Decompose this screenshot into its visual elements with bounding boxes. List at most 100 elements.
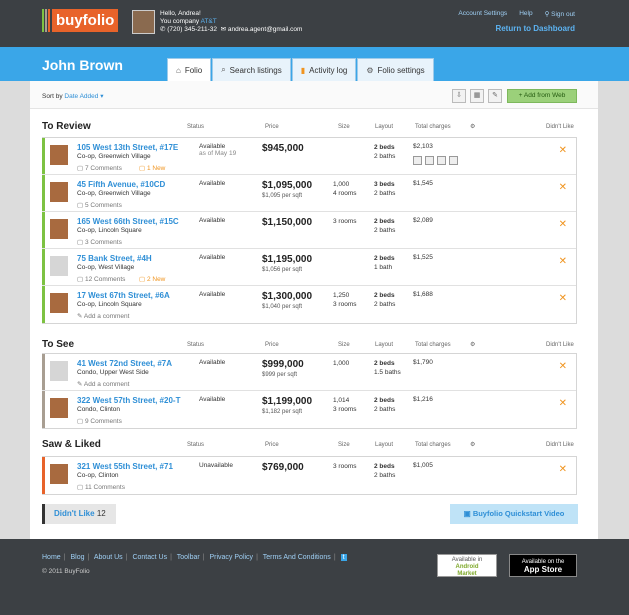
app-store-badge[interactable]: Available on the App Store — [509, 554, 577, 577]
listing-thumbnail[interactable] — [50, 145, 68, 165]
listing-layout: 2 beds 2 baths — [374, 218, 396, 234]
add-from-web-button[interactable]: + Add from Web — [507, 89, 577, 103]
status-bar — [42, 138, 45, 174]
quickstart-video-button[interactable]: ▣ Buyfolio Quickstart Video — [450, 504, 578, 524]
table-row[interactable]: 321 West 55th Street, #71 Co-op, Clinton ▢… — [42, 457, 576, 494]
didnt-like-x-button[interactable]: ✕ — [559, 256, 567, 267]
comments-link[interactable]: ▢ 11 Comments — [77, 483, 125, 491]
listing-layout: 2 beds 2 baths — [374, 144, 396, 160]
tab-search-listings[interactable]: ⌕ Search listings — [212, 58, 291, 81]
listing-address-link[interactable]: 321 West 55th Street, #71 — [77, 462, 173, 471]
footer-link-toolbar[interactable]: Toolbar — [177, 554, 200, 561]
export-button[interactable]: ⇩ — [452, 89, 466, 103]
footer-link-home[interactable]: Home — [42, 554, 61, 561]
column-header-charges: Total charges — [415, 342, 451, 348]
comments-link[interactable]: ▢ 12 Comments — [77, 275, 125, 283]
calendar-button[interactable]: ▦ — [470, 89, 484, 103]
buyfolio-logo[interactable]: buyfolio — [42, 9, 119, 32]
comments-link[interactable]: ✎ Add a comment — [77, 312, 129, 320]
pencil-icon: ✎ — [492, 92, 498, 99]
table-row[interactable]: 75 Bank Street, #4H Co-op, West Village ▢ … — [42, 249, 576, 286]
comments-link[interactable]: ▢ 3 Comments — [77, 238, 122, 246]
listing-charges: $1,216 — [413, 396, 433, 403]
gear-icon[interactable]: ⚙ — [470, 441, 475, 448]
listing-address-link[interactable]: 75 Bank Street, #4H — [77, 254, 152, 263]
listing-neighborhood: Co-op, Greenwich Village — [77, 190, 151, 197]
listing-address-link[interactable]: 165 West 66th Street, #15C — [77, 217, 179, 226]
table-row[interactable]: 105 West 13th Street, #17E Co-op, Greenwi… — [42, 138, 576, 175]
floorplan-icon[interactable] — [413, 156, 422, 165]
tab-folio[interactable]: ⌂ Folio — [167, 58, 212, 81]
listing-charges: $2,103 — [413, 143, 433, 150]
listing-thumbnail[interactable] — [50, 182, 68, 202]
listing-address-link[interactable]: 105 West 13th Street, #17E — [77, 143, 178, 152]
listing-thumbnail[interactable] — [50, 293, 68, 313]
listing-neighborhood: Co-op, Lincoln Square — [77, 301, 142, 308]
didnt-like-x-button[interactable]: ✕ — [559, 361, 567, 372]
company-line: You company AT&T — [160, 18, 217, 25]
table-row[interactable]: 322 West 57th Street, #20-T Condo, Clinto… — [42, 391, 576, 428]
sort-bar: Sort by Date Added ▾ ⇩ ▦ ✎ + Add from We… — [30, 81, 598, 109]
company-link[interactable]: AT&T — [201, 18, 217, 25]
folio-panel: Sort by Date Added ▾ ⇩ ▦ ✎ + Add from We… — [30, 81, 598, 539]
listing-thumbnail[interactable] — [50, 464, 68, 484]
price-per-sqft: $1,040 per sqft — [262, 304, 303, 310]
camera-icon[interactable] — [437, 156, 446, 165]
return-to-dashboard-link[interactable]: Return to Dashboard — [495, 24, 575, 33]
listing-thumbnail[interactable] — [50, 398, 68, 418]
didnt-like-x-button[interactable]: ✕ — [559, 293, 567, 304]
close-icon: ✕ — [558, 361, 567, 372]
listing-price: $1,300,000 — [262, 291, 313, 302]
table-row[interactable]: 165 West 66th Street, #15C Co-op, Lincoln… — [42, 212, 576, 249]
section-title: To See — [42, 339, 75, 350]
didnt-like-x-button[interactable]: ✕ — [559, 145, 567, 156]
new-comments-badge[interactable]: ▢ 2 New — [139, 275, 165, 283]
table-row[interactable]: 45 Fifth Avenue, #10CD Co-op, Greenwich V… — [42, 175, 576, 212]
listing-thumbnail[interactable] — [50, 361, 68, 381]
comments-link[interactable]: ▢ 7 Comments — [77, 164, 122, 172]
comments-link[interactable]: ▢ 5 Comments — [77, 201, 122, 209]
didnt-like-x-button[interactable]: ✕ — [559, 464, 567, 475]
listing-address-link[interactable]: 17 West 67th Street, #6A — [77, 291, 170, 300]
twitter-icon[interactable]: t — [340, 554, 347, 561]
edit-button[interactable]: ✎ — [488, 89, 502, 103]
listing-address-link[interactable]: 45 Fifth Avenue, #10CD — [77, 180, 165, 189]
account-settings-link[interactable]: Account Settings — [458, 10, 507, 18]
sort-dropdown[interactable]: Date Added — [64, 93, 98, 100]
avatar — [132, 10, 155, 34]
footer-link-about[interactable]: About Us — [94, 554, 123, 561]
listing-thumbnail[interactable] — [50, 219, 68, 239]
didnt-like-x-button[interactable]: ✕ — [559, 182, 567, 193]
didnt-like-x-button[interactable]: ✕ — [559, 219, 567, 230]
tab-activity-log[interactable]: ▮ Activity log — [291, 58, 357, 81]
status-bar — [42, 354, 45, 390]
table-row[interactable]: 17 West 67th Street, #6A Co-op, Lincoln S… — [42, 286, 576, 323]
listing-address-link[interactable]: 322 West 57th Street, #20-T — [77, 396, 180, 405]
didnt-like-button[interactable]: Didn't Like 12 — [42, 504, 116, 524]
footer-link-contact[interactable]: Contact Us — [132, 554, 167, 561]
footer-link-blog[interactable]: Blog — [70, 554, 84, 561]
footer-link-privacy[interactable]: Privacy Policy — [209, 554, 253, 561]
table-row[interactable]: 41 West 72nd Street, #7A Condo, Upper Wes… — [42, 354, 576, 391]
gear-icon[interactable]: ⚙ — [470, 341, 475, 348]
gear-icon[interactable]: ⚙ — [470, 123, 475, 130]
sign-out-link[interactable]: ⚲ Sign out — [545, 10, 575, 18]
map-pin-icon[interactable] — [449, 156, 458, 165]
new-comments-badge[interactable]: ▢ 1 New — [139, 164, 165, 172]
didnt-like-x-button[interactable]: ✕ — [559, 398, 567, 409]
tab-folio-settings[interactable]: ⚙ Folio settings — [357, 58, 434, 81]
search-icon: ⌕ — [221, 65, 226, 74]
document-icon[interactable] — [425, 156, 434, 165]
listing-address-link[interactable]: 41 West 72nd Street, #7A — [77, 359, 172, 368]
column-header-status: Status — [187, 342, 205, 348]
status-bar — [42, 457, 45, 494]
listing-layout: 2 beds 2 baths — [374, 463, 396, 479]
column-header-layout: Layout — [375, 124, 394, 130]
comments-link[interactable]: ✎ Add a comment — [77, 380, 129, 388]
android-market-badge[interactable]: Available in Android Market — [437, 554, 497, 577]
listing-thumbnail[interactable] — [50, 256, 68, 276]
help-link[interactable]: Help — [519, 10, 532, 18]
footer-link-terms[interactable]: Terms And Conditions — [263, 554, 331, 561]
column-header-didnt-like: Didn't Like — [546, 442, 574, 448]
comments-link[interactable]: ▢ 9 Comments — [77, 417, 122, 425]
